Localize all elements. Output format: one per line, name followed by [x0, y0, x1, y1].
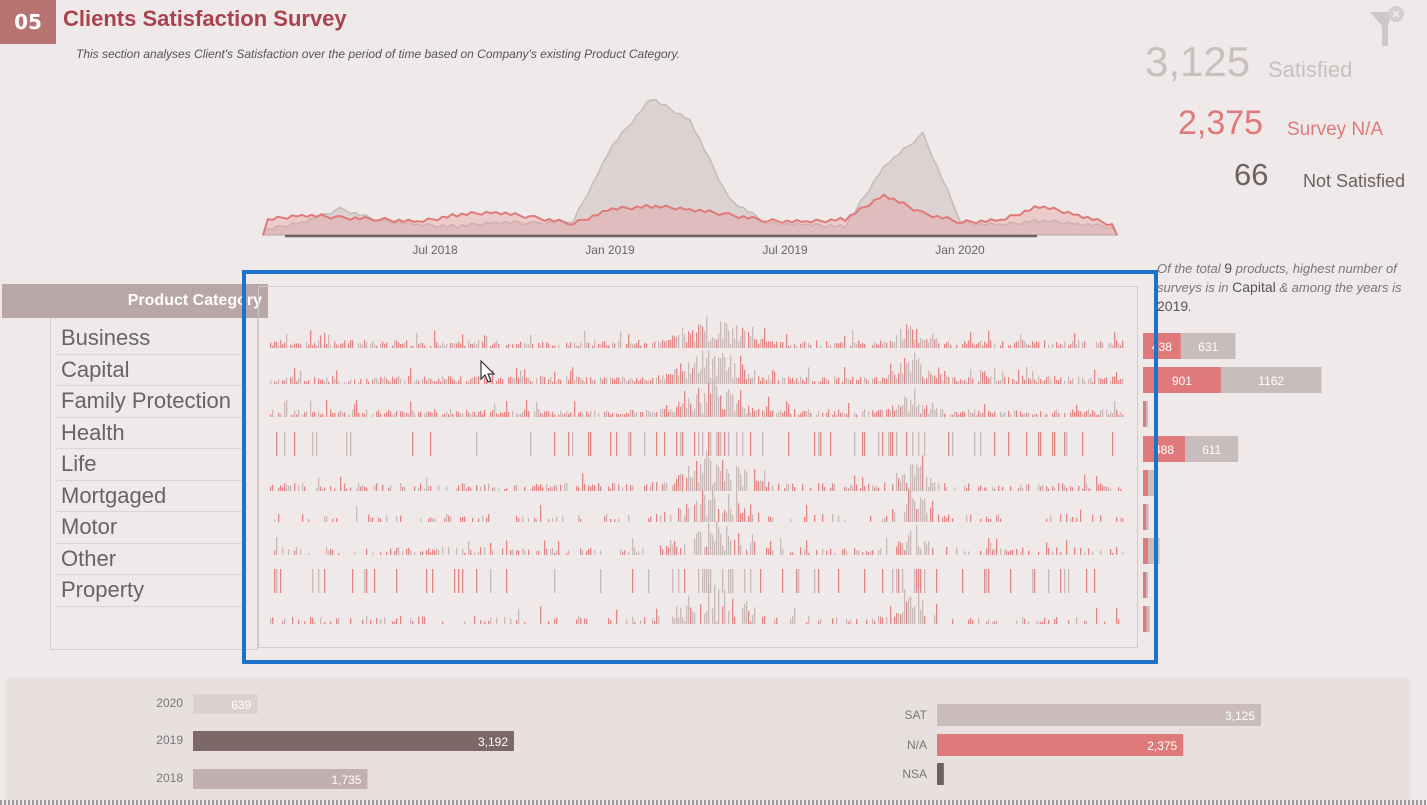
year-label: 2019 — [156, 733, 183, 747]
status-bar-sat[interactable]: SAT 3,125 — [905, 704, 1261, 726]
status-label: N/A — [907, 738, 927, 752]
narrative-part1: Of the total — [1157, 261, 1221, 276]
trend-area-chart[interactable]: Jul 2018 Jan 2019 Jul 2019 Jan 2020 — [255, 85, 1125, 265]
status-label: NSA — [902, 767, 927, 781]
slicer-item-health[interactable]: Health — [56, 418, 242, 449]
x-tick-label: Jul 2018 — [412, 243, 458, 257]
year-label: 2020 — [156, 696, 183, 710]
bar-label-sat: 631 — [1198, 340, 1218, 354]
slicer-item-family-protection[interactable]: Family Protection — [56, 386, 242, 418]
dotted-divider — [0, 800, 1427, 805]
kpi-satisfied-value: 3,125 — [1145, 38, 1251, 85]
status-bar — [937, 704, 1261, 726]
section-number-badge: 05 — [0, 0, 56, 44]
bar-label-sat: 611 — [1202, 443, 1221, 457]
category-bar-capital[interactable]: 901 1162 — [1143, 367, 1322, 393]
narrative-part3: & among the years is — [1279, 280, 1402, 295]
kpi-satisfied-label: Satisfied — [1268, 57, 1353, 82]
year-bar-2018[interactable]: 2018 1,735 — [156, 769, 368, 789]
slicer-item-business[interactable]: Business — [56, 323, 242, 355]
year-bar-2020[interactable]: 2020 639 — [156, 694, 258, 714]
narrative-top-year: 2019 — [1157, 298, 1189, 314]
mouse-pointer-icon — [480, 360, 496, 383]
slicer-header: Product Category — [2, 284, 268, 318]
slicer-item-property[interactable]: Property — [56, 575, 242, 607]
status-bar-na[interactable]: N/A 2,375 — [907, 734, 1184, 756]
x-tick-label: Jan 2020 — [935, 243, 985, 257]
year-label: 2018 — [156, 771, 183, 785]
slicer-item-life[interactable]: Life — [56, 449, 242, 481]
status-bar-chart[interactable]: SAT 3,125 N/A 2,375 NSA — [880, 695, 1300, 790]
kpi-survey-na-label: Survey N/A — [1287, 119, 1384, 140]
status-value-label: 3,125 — [1225, 709, 1255, 723]
selection-highlight-box — [242, 270, 1158, 664]
year-bar-chart[interactable]: 2020 639 2019 3,192 2018 1,735 — [120, 685, 540, 800]
x-tick-label: Jul 2019 — [762, 243, 808, 257]
slicer-item-mortgaged[interactable]: Mortgaged — [56, 481, 242, 512]
slicer-item-other[interactable]: Other — [56, 544, 242, 575]
category-stacked-bar-chart[interactable]: 438 631901 1162488 611 — [1143, 330, 1423, 640]
year-bar — [193, 731, 514, 751]
status-bar — [937, 763, 944, 785]
bar-label-na: 901 — [1172, 374, 1192, 388]
narrative-text: Of the total 9 products, highest number … — [1157, 259, 1425, 316]
narrative-total-products: 9 — [1224, 260, 1233, 276]
x-tick-label: Jan 2019 — [585, 243, 635, 257]
kpi-not-satisfied-label: Not Satisfied — [1303, 171, 1406, 191]
year-bar-2019[interactable]: 2019 3,192 — [156, 731, 514, 751]
narrative-top-category: Capital — [1232, 279, 1276, 295]
year-value-label: 3,192 — [478, 735, 508, 749]
page-subtitle: This section analyses Client's Satisfact… — [76, 47, 680, 61]
status-value-label: 2,375 — [1147, 739, 1177, 753]
status-label: SAT — [905, 708, 928, 722]
slicer-item-capital[interactable]: Capital — [56, 355, 242, 386]
filter-clear-icon[interactable] — [1368, 4, 1418, 50]
slicer-list: Business Capital Family Protection Healt… — [56, 323, 242, 607]
bar-label-sat: 1162 — [1258, 374, 1284, 388]
narrative-part4: . — [1188, 299, 1192, 314]
year-value-label: 1,735 — [331, 773, 361, 787]
status-bar-nsa[interactable]: NSA — [902, 763, 944, 785]
kpi-not-satisfied-value: 66 — [1234, 157, 1269, 192]
year-value-label: 639 — [231, 698, 251, 712]
slicer-item-motor[interactable]: Motor — [56, 512, 242, 544]
kpi-survey-na-value: 2,375 — [1178, 104, 1264, 142]
page-title: Clients Satisfaction Survey — [63, 6, 347, 31]
